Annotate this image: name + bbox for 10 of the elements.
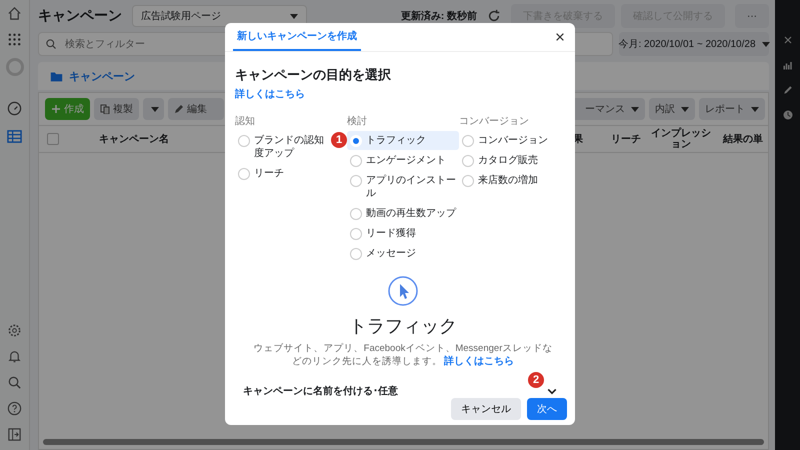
objective-category: コンバージョン [459, 115, 530, 128]
objective-category: 認知 [235, 114, 256, 128]
update-status: 更新済み: 数秒前 [400, 9, 477, 23]
page-title: キャンペーン [38, 7, 122, 25]
step-badge: 1 [331, 132, 347, 148]
objective-description: ウェブサイト、アプリ、Facebookイベント、Messengerスレッドなどのリンク先に人を誘導します。 詳しくはこちら [253, 342, 553, 368]
dialog-heading: キャンペーンの目的を選択 [235, 66, 392, 84]
step-badge: 2 [528, 372, 544, 388]
objective-category: 検討 [347, 114, 368, 128]
objective-title: トラフィック [349, 315, 457, 338]
